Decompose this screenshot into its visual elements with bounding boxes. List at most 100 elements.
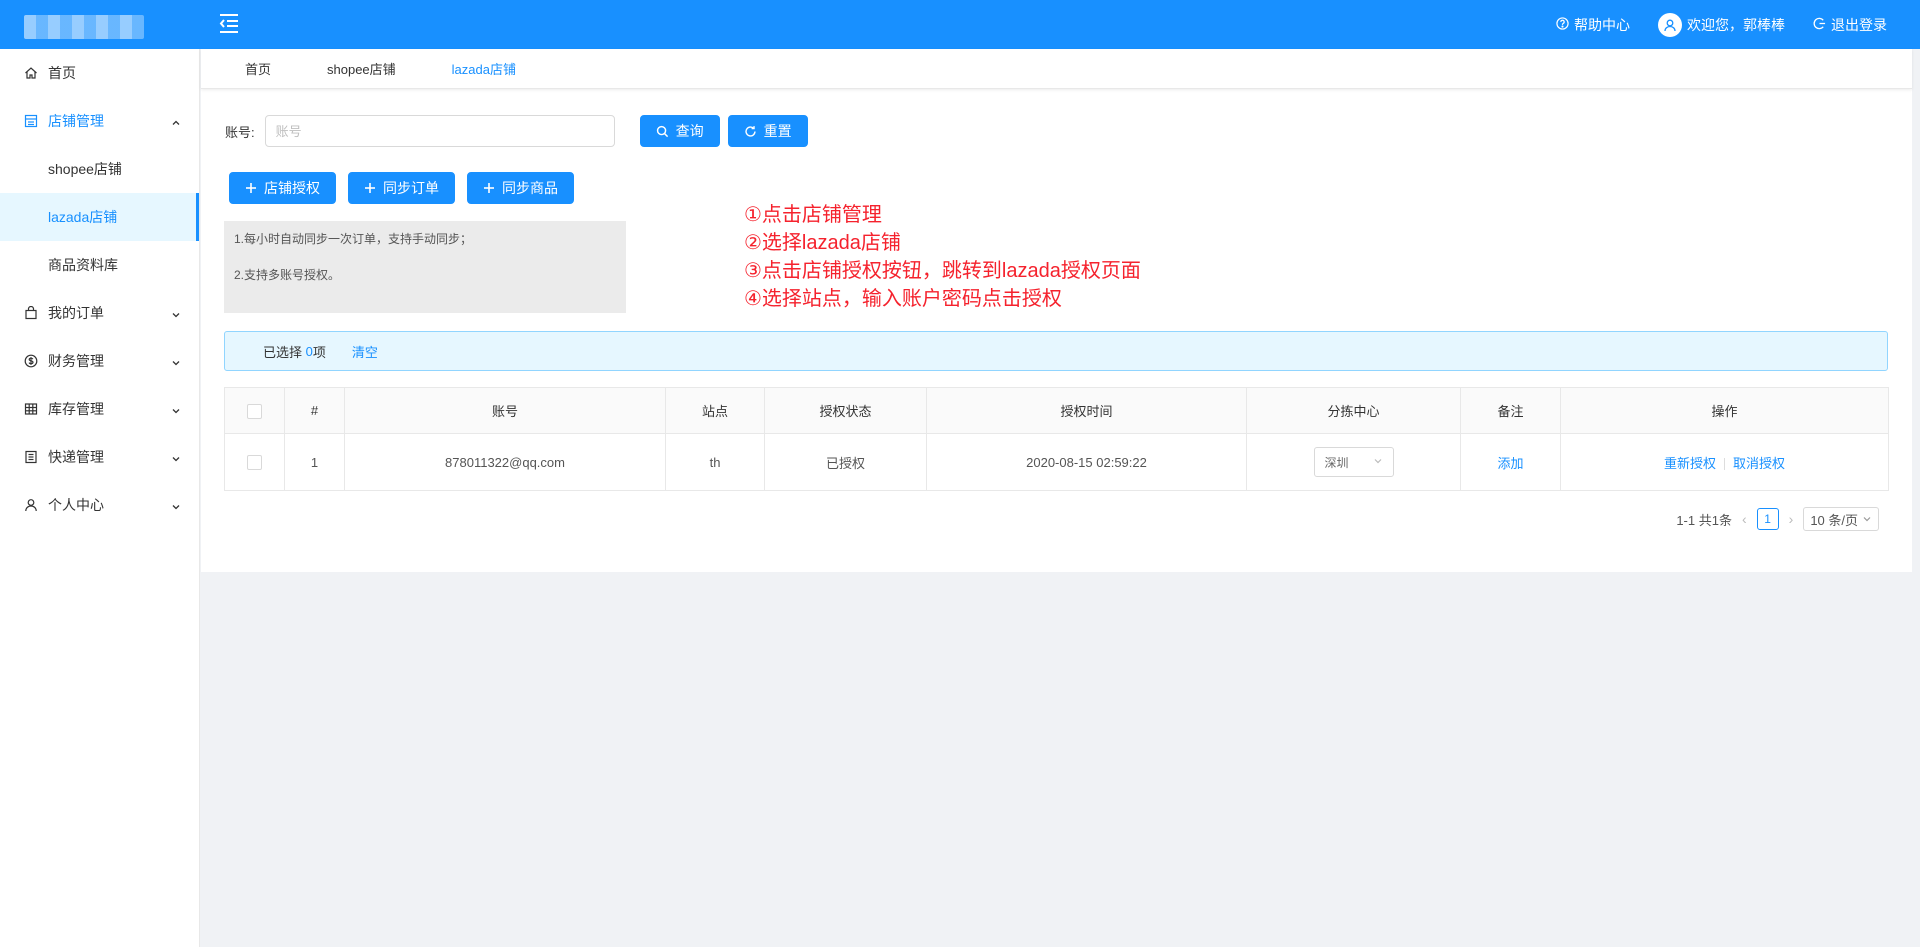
cell-site: th bbox=[665, 433, 765, 491]
tab-lazada-shop[interactable]: lazada店铺 bbox=[452, 49, 516, 89]
sidebar-item-inventory[interactable]: 库存管理 bbox=[0, 385, 199, 433]
instruction-annotations: ①点击店铺管理 ②选择lazada店铺 ③点击店铺授权按钮，跳转到lazada授… bbox=[744, 201, 1141, 313]
reauthorize-link[interactable]: 重新授权 bbox=[1664, 456, 1716, 471]
welcome-text: 欢迎您，郭棒棒 bbox=[1687, 16, 1785, 33]
header-time: 授权时间 bbox=[926, 387, 1247, 434]
shop-table: # 账号 站点 授权状态 授权时间 分拣中心 备注 操作 1 878011322… bbox=[224, 387, 1889, 491]
sync-orders-button[interactable]: 同步订单 bbox=[348, 172, 455, 204]
chevron-down-icon bbox=[171, 499, 181, 510]
logo bbox=[24, 15, 144, 39]
sidebar-item-product-library[interactable]: 商品资料库 bbox=[0, 241, 199, 289]
sidebar: 首页 店铺管理 shopee店铺 lazada店铺 商品资料库 我的订单 财务管… bbox=[0, 49, 200, 947]
shop-icon bbox=[24, 114, 38, 128]
page-number[interactable]: 1 bbox=[1756, 508, 1779, 530]
tab-home[interactable]: 首页 bbox=[245, 49, 271, 89]
sidebar-item-finance[interactable]: 财务管理 bbox=[0, 337, 199, 385]
top-bar: 帮助中心 欢迎您，郭棒棒 退出登录 bbox=[0, 0, 1920, 49]
selection-suffix: 项 bbox=[312, 344, 326, 360]
cell-index: 1 bbox=[284, 433, 345, 491]
add-remark-link[interactable]: 添加 bbox=[1497, 456, 1523, 471]
tab-bar: 首页 shopee店铺 lazada店铺 bbox=[201, 49, 1912, 89]
sidebar-item-my-orders[interactable]: 我的订单 bbox=[0, 289, 199, 337]
help-center-label: 帮助中心 bbox=[1574, 16, 1630, 33]
sync-products-button[interactable]: 同步商品 bbox=[467, 172, 574, 204]
sidebar-item-shop-management[interactable]: 店铺管理 bbox=[0, 97, 199, 145]
info-line-2: 2.支持多账号授权。 bbox=[234, 268, 341, 282]
chevron-down-icon bbox=[1862, 512, 1872, 527]
table-header-row: # 账号 站点 授权状态 授权时间 分拣中心 备注 操作 bbox=[224, 387, 1889, 434]
select-all-checkbox[interactable] bbox=[247, 403, 262, 419]
action-toolbar: 店铺授权 同步订单 同步商品 bbox=[229, 172, 574, 204]
sidebar-item-express[interactable]: 快递管理 bbox=[0, 433, 199, 481]
sidebar-item-lazada-shop[interactable]: lazada店铺 bbox=[0, 193, 199, 241]
annotation-step-2: ②选择lazada店铺 bbox=[744, 232, 901, 254]
sorting-center-select[interactable]: 深圳 bbox=[1313, 447, 1394, 477]
user-menu[interactable]: 欢迎您，郭棒棒 bbox=[1658, 12, 1785, 37]
header-status: 授权状态 bbox=[764, 387, 927, 434]
next-page-icon[interactable]: › bbox=[1789, 511, 1794, 527]
money-icon bbox=[24, 354, 38, 368]
sidebar-item-label: 库存管理 bbox=[48, 401, 104, 417]
plus-icon bbox=[245, 182, 257, 194]
chevron-down-icon bbox=[171, 307, 181, 318]
divider bbox=[1724, 458, 1725, 471]
main-content: 首页 shopee店铺 lazada店铺 账号: 查询 重置 店铺授权 bbox=[201, 49, 1912, 572]
chevron-up-icon bbox=[171, 115, 181, 125]
reload-icon bbox=[744, 125, 757, 138]
chevron-down-icon bbox=[1373, 455, 1383, 469]
info-line-1: 1.每小时自动同步一次订单，支持手动同步； bbox=[234, 232, 473, 246]
list-icon bbox=[24, 450, 38, 464]
search-button-label: 查询 bbox=[675, 123, 704, 139]
selection-alert: 已选择 0项 清空 bbox=[224, 331, 1888, 371]
user-icon bbox=[24, 498, 38, 512]
header-remark: 备注 bbox=[1460, 387, 1561, 434]
reset-button[interactable]: 重置 bbox=[727, 115, 808, 147]
sidebar-item-label: 商品资料库 bbox=[48, 257, 118, 273]
plus-icon bbox=[364, 182, 376, 194]
sidebar-item-label: lazada店铺 bbox=[48, 209, 118, 225]
clear-selection-link[interactable]: 清空 bbox=[352, 342, 378, 361]
home-icon bbox=[24, 66, 38, 80]
cell-ops: 重新授权 取消授权 bbox=[1560, 433, 1889, 491]
page-size-value: 10 条/页 bbox=[1810, 512, 1858, 528]
row-checkbox[interactable] bbox=[247, 455, 262, 471]
table-icon bbox=[24, 402, 38, 416]
tab-shopee-shop[interactable]: shopee店铺 bbox=[327, 49, 396, 89]
sidebar-item-label: 快递管理 bbox=[48, 449, 104, 465]
logout-label: 退出登录 bbox=[1831, 16, 1887, 33]
cancel-authorization-link[interactable]: 取消授权 bbox=[1733, 456, 1785, 471]
search-icon bbox=[656, 125, 669, 138]
sync-products-label: 同步商品 bbox=[502, 180, 558, 196]
sidebar-item-label: 店铺管理 bbox=[48, 113, 104, 129]
sidebar-item-label: 财务管理 bbox=[48, 353, 104, 369]
account-search-input[interactable] bbox=[264, 115, 615, 147]
menu-fold-icon[interactable] bbox=[218, 12, 240, 34]
annotation-step-4: ④选择站点，输入账户密码点击授权 bbox=[744, 288, 1062, 310]
pagination: 1-1 共1条 ‹ 1 › 10 条/页 bbox=[1676, 507, 1879, 531]
sidebar-item-label: 首页 bbox=[48, 65, 76, 81]
sidebar-item-home[interactable]: 首页 bbox=[0, 49, 199, 97]
search-form: 账号: 查询 重置 bbox=[225, 115, 808, 147]
header-site: 站点 bbox=[665, 387, 765, 434]
logout-button[interactable]: 退出登录 bbox=[1813, 15, 1887, 35]
help-center-link[interactable]: 帮助中心 bbox=[1556, 15, 1630, 35]
logout-icon bbox=[1813, 17, 1826, 33]
cell-time: 2020-08-15 02:59:22 bbox=[926, 433, 1247, 491]
authorize-shop-button[interactable]: 店铺授权 bbox=[229, 172, 336, 204]
reset-button-label: 重置 bbox=[763, 123, 792, 139]
chevron-down-icon bbox=[171, 451, 181, 462]
cell-remark: 添加 bbox=[1460, 433, 1561, 491]
prev-page-icon[interactable]: ‹ bbox=[1742, 511, 1747, 527]
header-center: 分拣中心 bbox=[1246, 387, 1461, 434]
chevron-down-icon bbox=[171, 355, 181, 366]
page-size-select[interactable]: 10 条/页 bbox=[1803, 507, 1879, 531]
search-button[interactable]: 查询 bbox=[639, 115, 720, 147]
sidebar-item-personal-center[interactable]: 个人中心 bbox=[0, 481, 199, 529]
sidebar-item-shopee-shop[interactable]: shopee店铺 bbox=[0, 145, 199, 193]
avatar bbox=[1658, 12, 1682, 37]
cell-status: 已授权 bbox=[764, 433, 927, 491]
header-select-all bbox=[224, 387, 285, 434]
sorting-center-value: 深圳 bbox=[1324, 455, 1349, 470]
info-notice: 1.每小时自动同步一次订单，支持手动同步； 2.支持多账号授权。 bbox=[224, 221, 626, 313]
sidebar-item-label: 个人中心 bbox=[48, 497, 104, 513]
